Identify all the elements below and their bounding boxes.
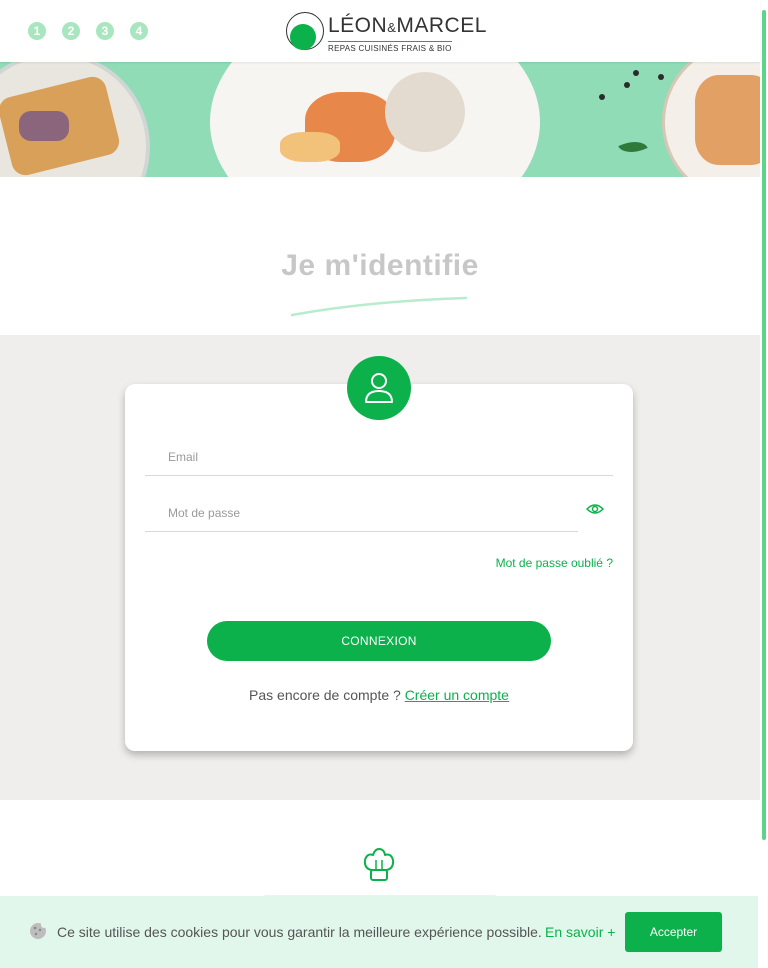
- email-input[interactable]: [145, 440, 613, 474]
- forgot-password-link[interactable]: Mot de passe oublié ?: [470, 556, 613, 570]
- step-1[interactable]: 1: [28, 22, 46, 40]
- step-4[interactable]: 4: [130, 22, 148, 40]
- hero-banner: [0, 62, 760, 177]
- create-account-link[interactable]: Créer un compte: [405, 687, 509, 703]
- eye-icon[interactable]: [586, 502, 604, 516]
- peppercorn-image: [624, 82, 630, 88]
- peppercorn-image: [599, 94, 605, 100]
- password-input[interactable]: [145, 496, 578, 530]
- food-plate-image: [662, 62, 760, 177]
- user-icon: [347, 356, 411, 420]
- title-underline-swoosh: [290, 296, 468, 317]
- scrollbar-thumb[interactable]: [762, 10, 766, 840]
- cookie-banner: Ce site utilise des cookies pour vous ga…: [0, 896, 758, 968]
- email-field: [145, 440, 613, 476]
- site-header: 1 2 3 4 LÉON&MARCEL REPAS CUISINÉS FRAIS…: [0, 0, 760, 62]
- food-plate-image: [210, 62, 540, 177]
- step-2[interactable]: 2: [62, 22, 80, 40]
- logo-tagline: REPAS CUISINÉS FRAIS & BIO: [328, 41, 452, 53]
- cookie-learn-more-link[interactable]: En savoir +: [545, 924, 615, 940]
- peppercorn-image: [633, 70, 639, 76]
- cookie-icon: [30, 922, 47, 939]
- user-icon-svg: [365, 373, 393, 403]
- signup-prompt-text: Pas encore de compte ?: [249, 687, 401, 703]
- brand-logo[interactable]: LÉON&MARCEL REPAS CUISINÉS FRAIS & BIO: [286, 12, 486, 54]
- logo-mark-icon: [290, 24, 316, 50]
- signup-prompt: Pas encore de compte ? Créer un compte: [0, 687, 758, 703]
- page-title: Je m'identifie: [281, 249, 479, 282]
- step-3[interactable]: 3: [96, 22, 114, 40]
- scrollbar[interactable]: [760, 0, 768, 968]
- logo-name: LÉON&MARCEL: [328, 14, 487, 37]
- chef-hat-icon: [363, 848, 395, 881]
- password-field: [145, 496, 578, 532]
- cookie-accept-button[interactable]: Accepter: [625, 912, 722, 952]
- food-plate-image: [0, 62, 150, 177]
- peppercorn-image: [658, 74, 664, 80]
- cookie-message: Ce site utilise des cookies pour vous ga…: [57, 924, 542, 940]
- checkout-steps: 1 2 3 4: [28, 22, 148, 40]
- connect-button[interactable]: CONNEXION: [207, 621, 551, 661]
- title-section: Je m'identifie: [0, 177, 760, 335]
- herb-leaf-image: [618, 135, 648, 159]
